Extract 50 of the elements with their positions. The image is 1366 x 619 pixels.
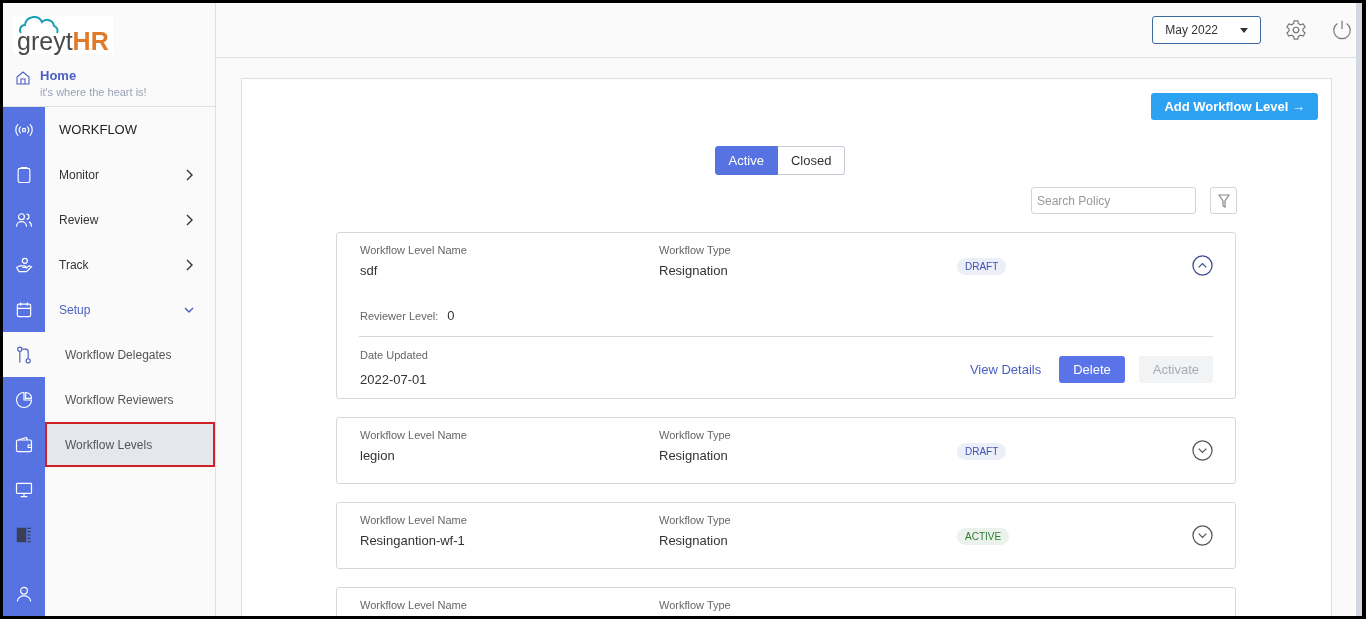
date-updated: 2022-07-01	[360, 372, 428, 387]
home-link[interactable]: Home	[40, 68, 147, 83]
branch-icon[interactable]	[14, 344, 34, 365]
workflow-name: legion	[360, 448, 396, 463]
field-label: Workflow Type	[659, 244, 732, 256]
details-link[interactable]: View Details	[969, 356, 1042, 383]
status-badge: ACTIVE	[957, 528, 1010, 545]
reviewer-level: 0	[447, 308, 455, 323]
menu-title: WORKFLOW	[58, 121, 138, 139]
field-label: Reviewer Level:	[360, 309, 439, 322]
menu-item[interactable]: Track	[45, 242, 215, 287]
field-label: Workflow Type	[659, 429, 732, 441]
expand-icon[interactable]	[1192, 525, 1213, 546]
logo[interactable]: greytHR	[13, 16, 113, 54]
action-button[interactable]: Delete	[1059, 356, 1125, 383]
search-field[interactable]: Search Policy	[1031, 187, 1196, 214]
filter-button[interactable]	[1210, 187, 1237, 214]
workflow-type: Resignation	[659, 533, 729, 548]
tab[interactable]: Closed	[777, 146, 846, 175]
field-label: Workflow Type	[659, 599, 732, 611]
submenu-item[interactable]: Workflow Delegates	[45, 332, 215, 377]
field-label: Date Updated	[360, 349, 429, 361]
field-label: Workflow Level Name	[360, 244, 468, 256]
submenu-item[interactable]: Workflow Levels	[45, 422, 215, 467]
menu-item[interactable]: Monitor	[45, 152, 215, 197]
menu-item[interactable]: Review	[45, 197, 215, 242]
field-label: Workflow Level Name	[360, 599, 468, 611]
workflow-name: Resingantion-wf-1	[360, 533, 466, 548]
status-badge: DRAFT	[957, 443, 1007, 460]
status-badge: DRAFT	[957, 258, 1007, 275]
pie-chart-icon[interactable]	[14, 389, 34, 410]
caret-icon	[1240, 27, 1248, 33]
wallet-icon[interactable]	[14, 434, 34, 455]
filter-icon	[1217, 193, 1230, 208]
workflow-name: sdf	[360, 263, 379, 278]
power-icon[interactable]	[1331, 19, 1353, 41]
field-label: Workflow Type	[659, 514, 732, 526]
field-label: Workflow Level Name	[360, 429, 468, 441]
period-dropdown[interactable]: May 2022	[1152, 16, 1261, 44]
menu-item[interactable]: Setup	[45, 287, 215, 332]
submenu-item[interactable]: Workflow Reviewers	[45, 377, 215, 422]
collapse-icon[interactable]	[1192, 255, 1213, 276]
home-subtitle: it's where the heart is!	[40, 86, 147, 98]
workflow-type: Resignation	[659, 263, 729, 278]
settings-icon[interactable]	[1285, 19, 1307, 41]
tab[interactable]: Active	[714, 146, 778, 175]
field-label: Workflow Level Name	[360, 514, 468, 526]
home-icon[interactable]	[15, 70, 31, 86]
expand-icon[interactable]	[1192, 440, 1213, 461]
workflow-type: Resignation	[659, 448, 729, 463]
